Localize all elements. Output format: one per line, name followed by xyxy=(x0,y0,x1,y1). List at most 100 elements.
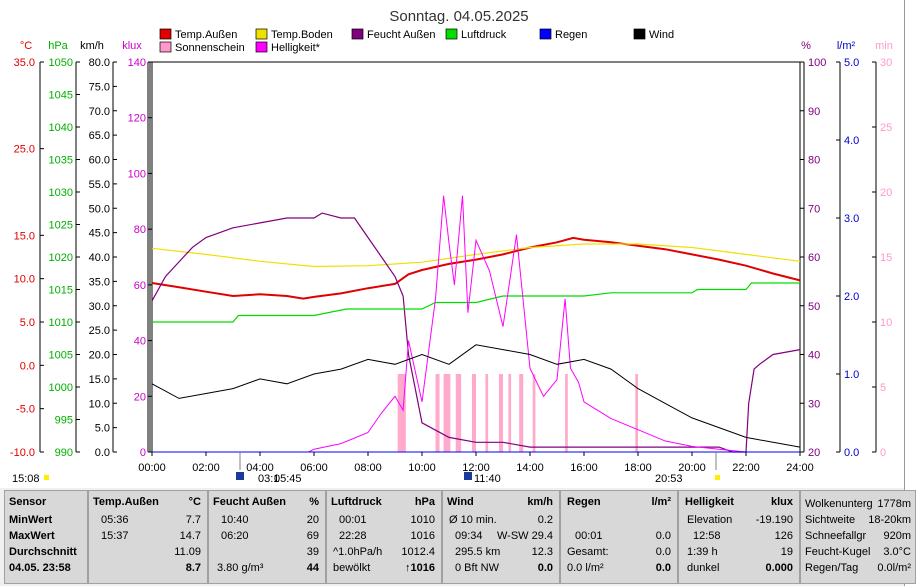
rain-total-val: 0.0 xyxy=(655,546,671,558)
wind-tick-label: 15.0 xyxy=(89,374,110,386)
rain-total-label: Gesamt: xyxy=(567,546,609,558)
pressure-tick-label: 1005 xyxy=(49,350,73,362)
wind-avg-label: Ø 10 min. xyxy=(449,514,497,526)
legend-label: Regen xyxy=(555,29,587,41)
pressure-tick-label: 1015 xyxy=(49,285,73,297)
temp-column: Temp.Außen °C 05:36 7.7 15:37 14.7 11.09… xyxy=(88,490,208,584)
rain-unit: l/m² xyxy=(651,496,671,508)
sunshine-bar xyxy=(635,374,638,452)
humidity-unit-label: % xyxy=(801,40,811,52)
rain-day-val: 0.0l/m² xyxy=(877,562,911,574)
temp-avg: 11.09 xyxy=(174,546,201,558)
pressure-tick-label: 990 xyxy=(55,447,73,459)
pressure-min-time: 00:01 xyxy=(339,514,367,526)
wind-current: 0.0 xyxy=(537,562,553,574)
legend-label: Helligkeit* xyxy=(271,42,321,54)
avg-label: Durchschnitt xyxy=(9,546,77,558)
pressure-max-val: 1016 xyxy=(410,530,435,542)
wind-tick-label: 65.0 xyxy=(89,130,110,142)
light-tick-label: 100 xyxy=(128,168,146,180)
wind-tick-label: 30.0 xyxy=(89,301,110,313)
temp-max-val: 14.7 xyxy=(179,530,201,542)
x-tick-label: 02:00 xyxy=(192,462,220,474)
plot-area xyxy=(151,61,801,453)
rain-rate: 0.0 l/m² xyxy=(567,562,604,574)
legend-label: Sonnenschein xyxy=(175,42,245,54)
wind-tick-label: 5.0 xyxy=(95,423,110,435)
temp-tick-label: 5.0 xyxy=(20,317,35,329)
pressure-tick-label: 1000 xyxy=(49,382,73,394)
temp-tick-label: 0.0 xyxy=(20,360,35,372)
rain-tick-label: 5.0 xyxy=(844,57,859,69)
x-tick-label: 00:00 xyxy=(138,462,166,474)
legend-label: Wind xyxy=(649,29,674,41)
chart-title: Sonntag. 04.05.2025 xyxy=(389,8,528,25)
light-avg: 19 xyxy=(780,546,793,558)
wetbulb-label: Feucht-Kugel xyxy=(805,546,871,558)
pressure-trend-val: 1012.4 xyxy=(401,546,435,558)
wind-tick-label: 75.0 xyxy=(89,81,110,93)
cloud-base-val: 1778m xyxy=(877,498,911,510)
humidity-tick-label: 20 xyxy=(808,447,820,459)
x-tick-label: 24:00 xyxy=(786,462,814,474)
light-max-time: 12:58 xyxy=(693,530,721,542)
pressure-trend-label: ^1.0hPa/h xyxy=(333,546,383,558)
sunshine-bar xyxy=(471,374,476,452)
pressure-forecast: bewölkt xyxy=(333,562,371,574)
pressure-tick-label: 1030 xyxy=(49,187,73,199)
humidity-max-val: 69 xyxy=(306,530,319,542)
rain-tick-label: 2.0 xyxy=(844,291,859,303)
rain-header: Regen xyxy=(567,496,601,508)
x-tick-label: 14:00 xyxy=(516,462,544,474)
wind-tick-label: 55.0 xyxy=(89,179,110,191)
humidity-column: Feucht Außen % 10:40 20 06:20 69 39 3.80… xyxy=(208,490,326,584)
pressure-tick-label: 1025 xyxy=(49,220,73,232)
light-tick-label: 20 xyxy=(134,391,146,403)
sunshine-bar xyxy=(498,374,503,452)
legend-label: Temp.Boden xyxy=(271,29,333,41)
pressure-max-time: 22:28 xyxy=(339,530,367,542)
wind-header: Wind xyxy=(447,496,474,508)
light-unit-label: klux xyxy=(122,40,142,52)
wind-tick-label: 25.0 xyxy=(89,325,110,337)
light-state: dunkel xyxy=(687,562,720,574)
light-tick-label: 140 xyxy=(128,57,146,69)
pressure-column: Luftdruck hPa 00:01 1010 22:28 1016 ^1.0… xyxy=(326,490,442,584)
wind-tick-label: 45.0 xyxy=(89,228,110,240)
wind-tick-label: 60.0 xyxy=(89,155,110,167)
wind-max-val: W-SW 29.4 xyxy=(496,530,553,542)
wind-tick-label: 35.0 xyxy=(89,276,110,288)
min-label: MinWert xyxy=(9,514,53,526)
sunshine-tick-label: 10 xyxy=(880,317,892,329)
temp-tick-label: 15.0 xyxy=(14,230,35,242)
humidity-abs-label: 3.80 g/m³ xyxy=(217,562,264,574)
light-current: 0.000 xyxy=(765,562,793,574)
visibility-label: Sichtweite xyxy=(805,514,856,526)
wind-tick-label: 40.0 xyxy=(89,252,110,264)
sensor-header: Sensor xyxy=(9,496,47,508)
wind-unit: km/h xyxy=(527,496,553,508)
weather-chart: Sonntag. 04.05.2025 Temp.Außen Temp.Boden… xyxy=(0,0,904,488)
temp-current: 8.7 xyxy=(185,562,201,574)
pressure-unit-label: hPa xyxy=(48,40,68,52)
max-label: MaxWert xyxy=(9,530,55,542)
humidity-tick-label: 50 xyxy=(808,301,820,313)
sunshine-bar xyxy=(565,374,568,452)
humidity-unit: % xyxy=(309,496,319,508)
temp-min-time: 05:36 xyxy=(101,514,129,526)
start-marker-icon xyxy=(44,475,49,480)
sunshine-bar xyxy=(455,374,462,452)
sunshine-bar xyxy=(485,374,489,452)
rain-unit-label: l/m² xyxy=(837,40,856,52)
temp-tick-label: 25.0 xyxy=(14,144,35,156)
sunshine-tick-label: 30 xyxy=(880,57,892,69)
wind-max-time: 09:34 xyxy=(455,530,483,542)
humidity-header: Feucht Außen xyxy=(213,496,286,508)
light-tick-label: 120 xyxy=(128,113,146,125)
sunshine-tick-label: 25 xyxy=(880,122,892,134)
sunshine-tick-label: 15 xyxy=(880,252,892,264)
pressure-tick-label: 1045 xyxy=(49,90,73,102)
elevation-val: -19.190 xyxy=(755,514,793,526)
legend-swatch xyxy=(351,28,364,40)
wetbulb-val: 3.0°C xyxy=(883,546,911,558)
